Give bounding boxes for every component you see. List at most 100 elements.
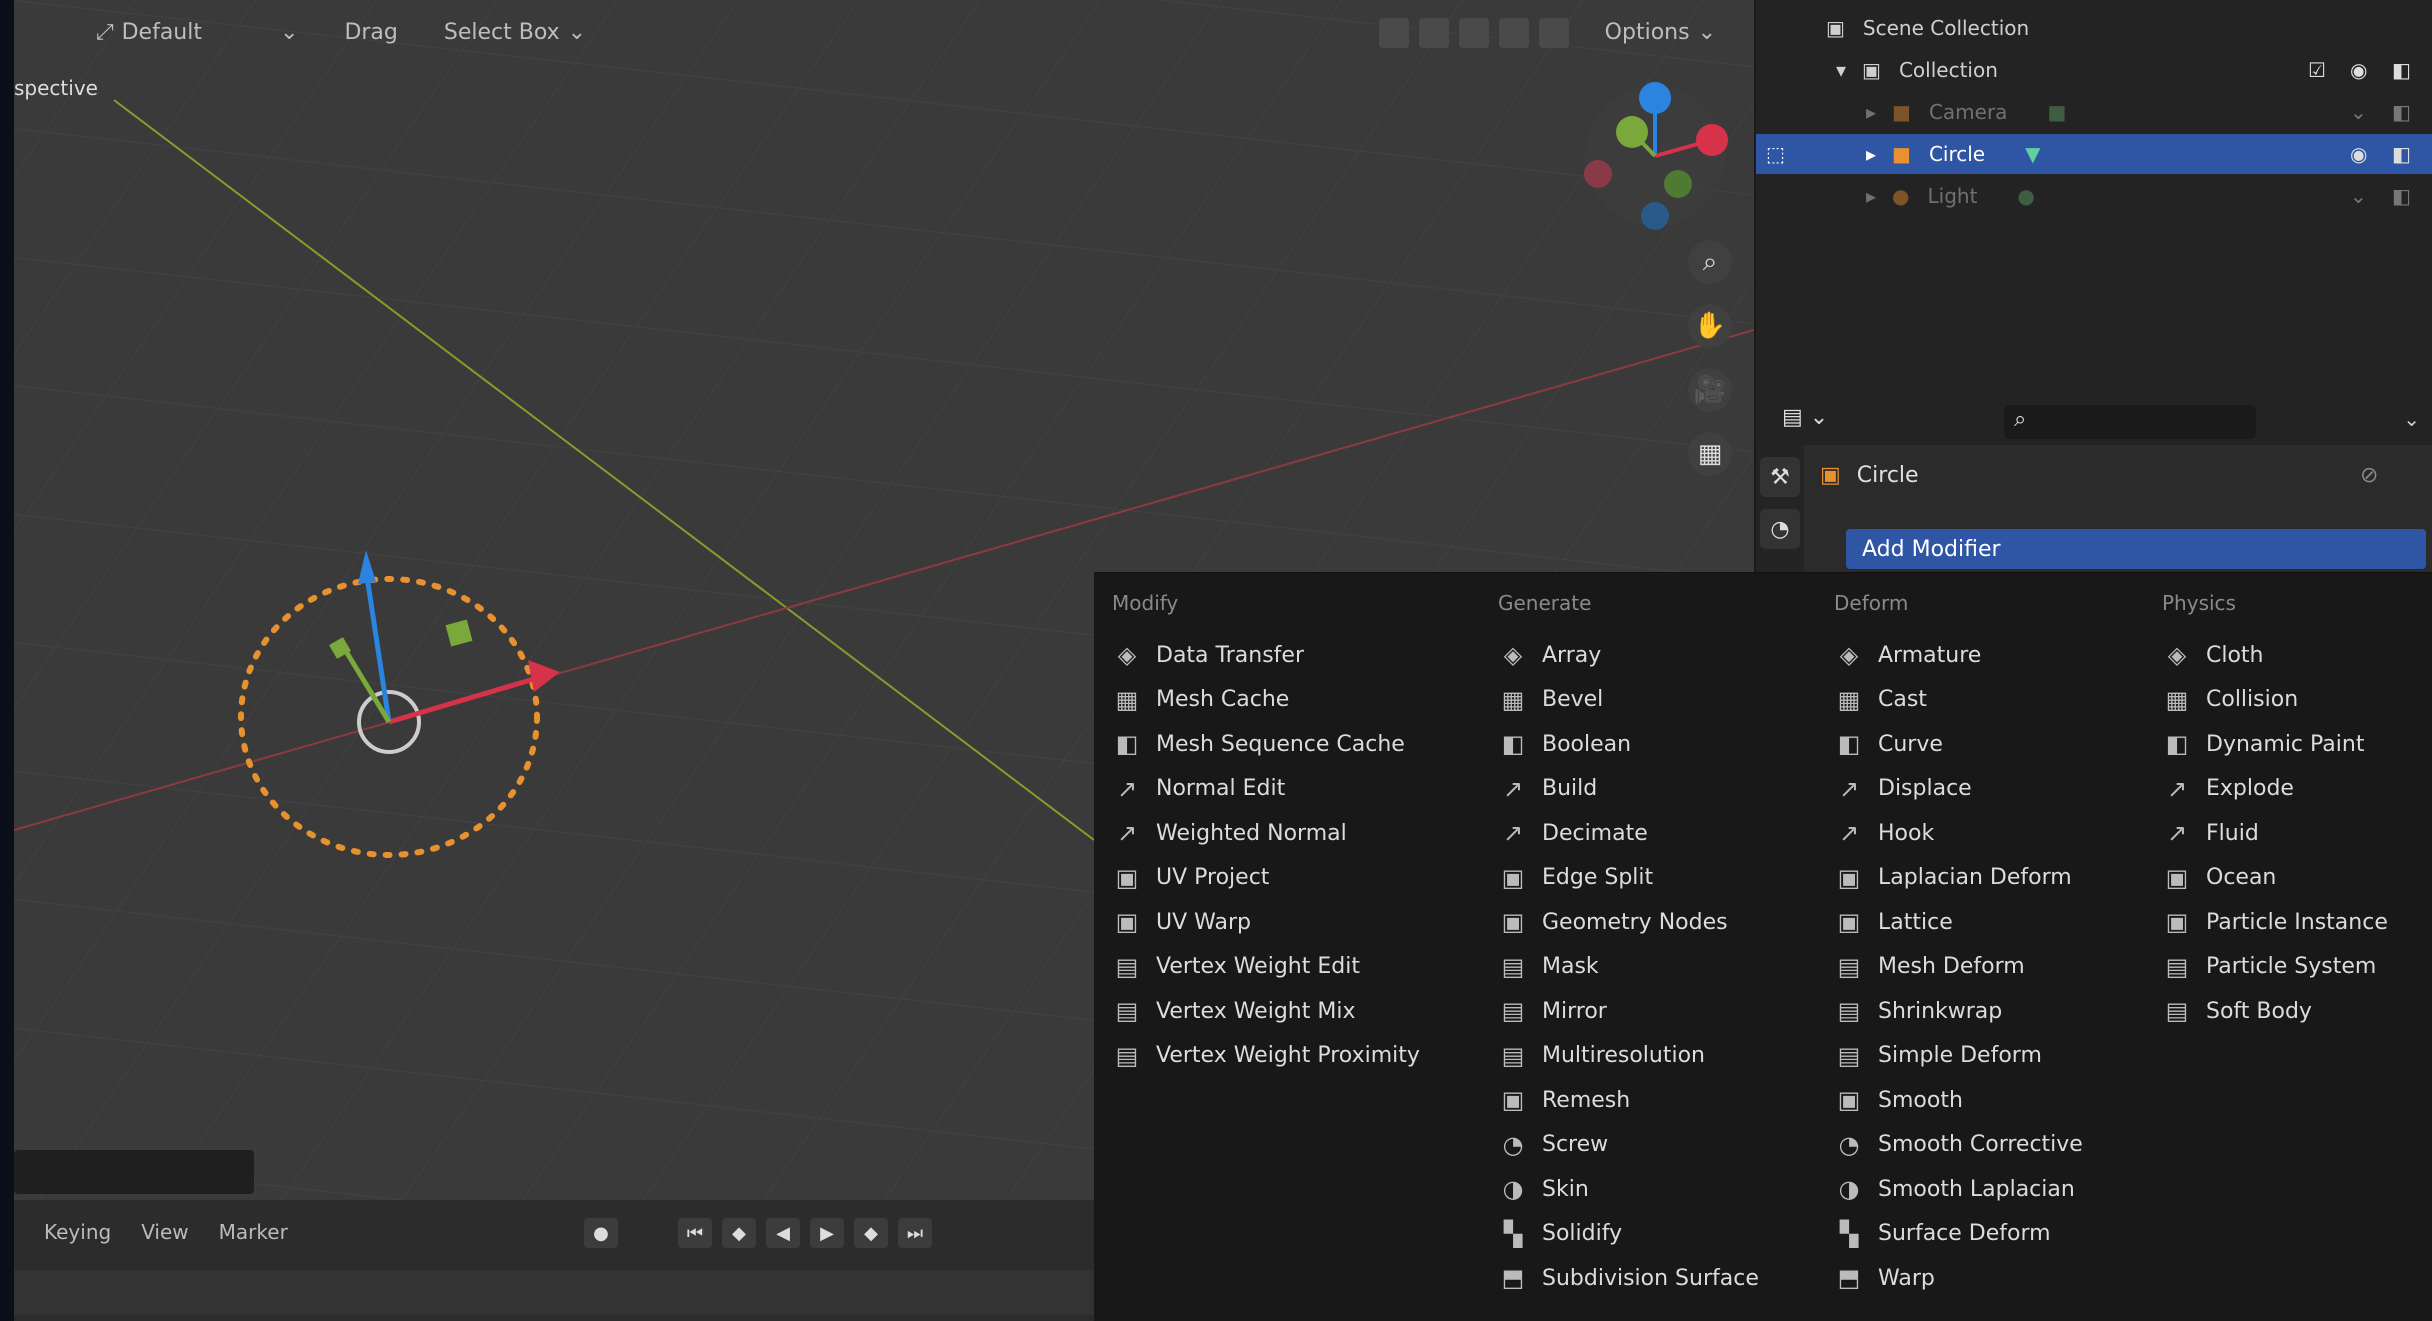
modifier-menu-item[interactable]: ⬒ Subdivision Surface — [1498, 1256, 1759, 1301]
modifier-menu-item[interactable]: ◔ Smooth Corrective — [1834, 1123, 2083, 1168]
modifier-menu-item[interactable]: ↗ Hook — [1834, 811, 2083, 856]
jump-end-icon[interactable]: ⏭ — [898, 1218, 932, 1248]
perspective-grid-icon[interactable]: ▦ — [1688, 432, 1732, 476]
modifier-menu-item[interactable]: ▣ Ocean — [2162, 856, 2388, 901]
modifier-menu-item[interactable]: ▤ Mirror — [1498, 989, 1759, 1034]
outliner-circle[interactable]: ⬚ ▸ ■ Circle ▼ ◉ ◧ — [1756, 134, 2432, 174]
modifier-menu-item[interactable]: ▤ Shrinkwrap — [1834, 989, 2083, 1034]
modifier-menu-item[interactable]: ⬒ Warp — [1834, 1256, 2083, 1301]
modifier-menu-item[interactable]: ▤ Particle System — [2162, 945, 2388, 990]
modifier-menu-item[interactable]: ◑ Skin — [1498, 1167, 1759, 1212]
modifier-menu-item[interactable]: ▣ Laplacian Deform — [1834, 856, 2083, 901]
modifier-menu-item[interactable]: ▤ Simple Deform — [1834, 1034, 2083, 1079]
pan-hand-icon[interactable]: ✋ — [1688, 304, 1732, 348]
modifier-menu-item[interactable]: ▤ Mesh Deform — [1834, 945, 2083, 990]
modifier-menu-item[interactable]: ▣ Lattice — [1834, 900, 2083, 945]
timeline-text-field[interactable] — [14, 1150, 254, 1194]
mirror-y-toggle[interactable] — [1458, 17, 1489, 48]
modifier-menu-item[interactable]: ▤ Vertex Weight Mix — [1112, 989, 1420, 1034]
modifier-menu-item[interactable]: ◈ Data Transfer — [1112, 633, 1420, 678]
modifier-menu-item[interactable]: ◔ Screw — [1498, 1123, 1759, 1168]
camera-render-icon[interactable]: ◧ — [2392, 100, 2416, 124]
record-icon[interactable]: ● — [584, 1218, 618, 1248]
modifier-menu-item[interactable]: ↗ Weighted Normal — [1112, 811, 1420, 856]
zoom-icon[interactable]: ⌕ — [1688, 240, 1732, 284]
jump-start-icon[interactable]: ⏮ — [678, 1218, 712, 1248]
outliner-light[interactable]: ▸ ● Light ● ⌄ ◧ — [1756, 176, 2432, 216]
modifier-menu-item[interactable]: ◧ Mesh Sequence Cache — [1112, 722, 1420, 767]
modifier-menu-item[interactable]: ▣ Geometry Nodes — [1498, 900, 1759, 945]
camera-render-icon[interactable]: ◧ — [2392, 142, 2416, 166]
modifier-menu-item[interactable]: ▤ Mask — [1498, 945, 1759, 990]
drag-button[interactable]: Drag — [332, 14, 409, 51]
modifier-menu-item[interactable]: ▦ Collision — [2162, 678, 2388, 723]
modifier-menu-item[interactable]: ◑ Smooth Laplacian — [1834, 1167, 2083, 1212]
modifier-menu-item[interactable]: ▦ Cast — [1834, 678, 2083, 723]
mirror-icon: ▤ — [1501, 997, 1525, 1026]
modifier-menu-item[interactable]: ▤ Vertex Weight Proximity — [1112, 1034, 1420, 1079]
outliner-collection[interactable]: ▾ ▣ Collection ☑ ◉ ◧ — [1756, 50, 2432, 90]
modifier-menu-item[interactable]: ▣ Remesh — [1498, 1078, 1759, 1123]
play-icon[interactable]: ▶ — [810, 1218, 844, 1248]
modifier-menu-item[interactable]: ▤ Vertex Weight Edit — [1112, 945, 1420, 990]
navigation-gizmo[interactable] — [1580, 76, 1730, 236]
modifier-menu-item[interactable]: ▣ UV Warp — [1112, 900, 1420, 945]
modifier-menu-item[interactable]: ▣ Smooth — [1834, 1078, 2083, 1123]
camera-view-icon[interactable]: 🎥 — [1688, 368, 1732, 412]
eye-icon[interactable]: ◉ — [2350, 142, 2374, 166]
keying-menu[interactable]: Keying — [44, 1220, 111, 1244]
mirror-z-toggle[interactable] — [1498, 17, 1529, 48]
add-modifier-button[interactable]: Add Modifier — [1846, 529, 2426, 569]
outliner-scene-collection[interactable]: ▣ Scene Collection — [1756, 8, 2432, 48]
options-dropdown[interactable]: Options ⌄ — [1593, 14, 1728, 51]
pin-icon[interactable]: ⊘ — [2360, 463, 2378, 488]
modifier-menu-item[interactable]: ▚ Surface Deform — [1834, 1212, 2083, 1257]
mirror-x-toggle[interactable] — [1418, 17, 1449, 48]
modifier-menu-item[interactable]: ◈ Cloth — [2162, 633, 2388, 678]
timeline-ruler[interactable] — [14, 1270, 1104, 1315]
modifier-menu-item[interactable]: ↗ Decimate — [1498, 811, 1759, 856]
modifier-menu-item[interactable]: ▣ Particle Instance — [2162, 900, 2388, 945]
eye-closed-icon[interactable]: ⌄ — [2350, 100, 2374, 124]
view-menu[interactable]: View — [141, 1220, 188, 1244]
camera-render-icon[interactable]: ◧ — [2392, 58, 2416, 82]
modifier-menu-item[interactable]: ◈ Armature — [1834, 633, 2083, 678]
modifier-menu-item[interactable]: ↗ Explode — [2162, 767, 2388, 812]
snap-toggle[interactable] — [1538, 17, 1569, 48]
next-keyframe-icon[interactable]: ◆ — [854, 1218, 888, 1248]
select-box-dropdown[interactable]: Select Box ⌄ — [432, 14, 598, 51]
outliner-camera[interactable]: ▸ ■ Camera ■ ⌄ ◧ — [1756, 92, 2432, 132]
camera-render-icon[interactable]: ◧ — [2392, 184, 2416, 208]
modifier-menu-item[interactable]: ◈ Array — [1498, 633, 1759, 678]
eye-icon[interactable]: ◉ — [2350, 58, 2374, 82]
properties-search-input[interactable] — [2004, 405, 2256, 439]
modifier-menu-item[interactable]: ◧ Curve — [1834, 722, 2083, 767]
modifier-menu-item[interactable]: ▣ Edge Split — [1498, 856, 1759, 901]
modifier-menu-item[interactable]: ▤ Soft Body — [2162, 989, 2388, 1034]
play-reverse-icon[interactable]: ◀ — [766, 1218, 800, 1248]
orientation-dropdown[interactable]: ⤢ Default ⌄ — [84, 14, 310, 51]
modifier-menu-item[interactable]: ◧ Boolean — [1498, 722, 1759, 767]
cast-icon: ▦ — [1837, 685, 1861, 714]
modifier-menu-item[interactable]: ◧ Dynamic Paint — [2162, 722, 2388, 767]
editor-type-dropdown[interactable]: ▤ ⌄ — [1782, 405, 1828, 430]
modifier-menu-item[interactable]: ▚ Solidify — [1498, 1212, 1759, 1257]
checkbox-icon[interactable]: ☑ — [2308, 58, 2332, 82]
modifier-menu-item[interactable]: ↗ Fluid — [2162, 811, 2388, 856]
chevron-down-icon[interactable]: ⌄ — [2403, 407, 2420, 431]
modifier-menu-item[interactable]: ↗ Normal Edit — [1112, 767, 1420, 812]
blender-window: ⤢ Default ⌄ Drag Select Box ⌄ Options ⌄ — [14, 0, 2432, 1321]
modifier-menu-item[interactable]: ▤ Multiresolution — [1498, 1034, 1759, 1079]
modifier-menu-item[interactable]: ▦ Mesh Cache — [1112, 678, 1420, 723]
eye-closed-icon[interactable]: ⌄ — [2350, 184, 2374, 208]
render-tab-icon[interactable]: ◔ — [1760, 509, 1800, 549]
modifier-menu-item[interactable]: ▣ UV Project — [1112, 856, 1420, 901]
modifier-menu-item[interactable]: ▦ Bevel — [1498, 678, 1759, 723]
modifier-menu-item[interactable]: ↗ Build — [1498, 767, 1759, 812]
modifier-label: Mesh Sequence Cache — [1156, 731, 1405, 757]
mirror-toggle[interactable] — [1378, 17, 1409, 48]
prev-keyframe-icon[interactable]: ◆ — [722, 1218, 756, 1248]
tool-tab-icon[interactable]: ⚒ — [1760, 457, 1800, 497]
modifier-menu-item[interactable]: ↗ Displace — [1834, 767, 2083, 812]
marker-menu[interactable]: Marker — [219, 1220, 288, 1244]
